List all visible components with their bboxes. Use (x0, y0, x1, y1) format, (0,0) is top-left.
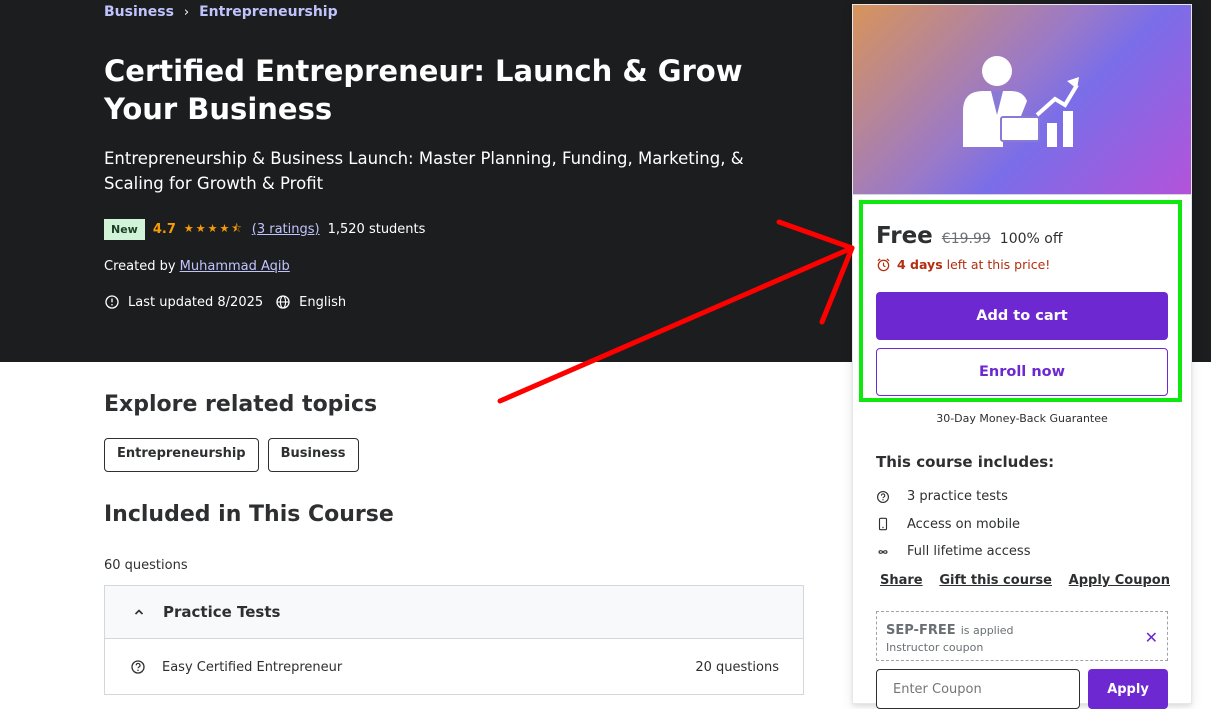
annotation-arrow-icon (497, 219, 855, 404)
